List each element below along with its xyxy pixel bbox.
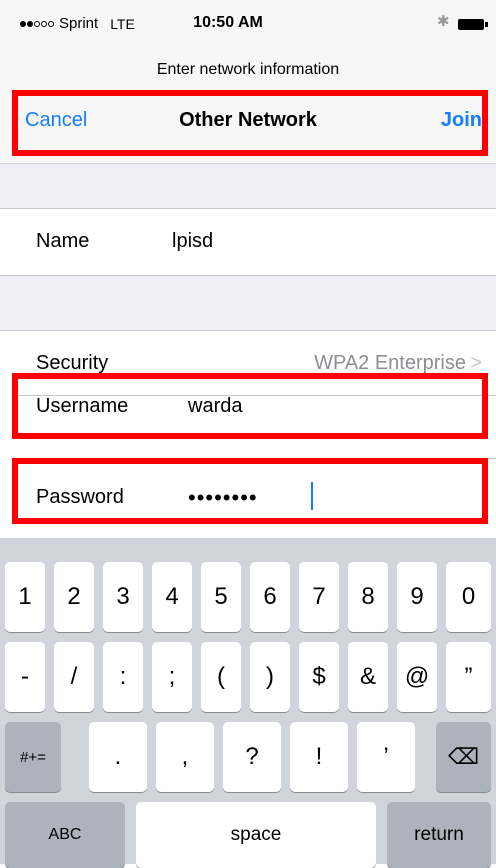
backspace-icon[interactable]: ⌫ — [436, 722, 491, 792]
key-ampersand[interactable]: & — [348, 642, 388, 712]
bluetooth-icon: ✱ — [437, 13, 450, 30]
space-key[interactable]: space — [136, 802, 376, 868]
symbols-toggle-key[interactable]: #+= — [5, 722, 61, 792]
key-dollar[interactable]: $ — [299, 642, 339, 712]
clock: 10:50 AM — [193, 14, 263, 31]
key-8[interactable]: 8 — [348, 562, 388, 632]
key-7[interactable]: 7 — [299, 562, 339, 632]
return-key[interactable]: return — [387, 802, 491, 868]
key-9[interactable]: 9 — [397, 562, 437, 632]
key-slash[interactable]: / — [54, 642, 94, 712]
key-exclamation[interactable]: ! — [290, 722, 348, 792]
key-open-paren[interactable]: ( — [201, 642, 241, 712]
chevron-right-icon[interactable]: > — [470, 352, 482, 375]
section-spacer — [0, 164, 496, 208]
key-3[interactable]: 3 — [103, 562, 143, 632]
key-at[interactable]: @ — [397, 642, 437, 712]
key-0[interactable]: 0 — [446, 562, 491, 632]
abc-key[interactable]: ABC — [5, 802, 125, 868]
key-6[interactable]: 6 — [250, 562, 290, 632]
key-apostrophe[interactable]: ’ — [357, 722, 415, 792]
battery-icon — [458, 19, 488, 30]
username-label: Username — [36, 395, 129, 417]
key-1[interactable]: 1 — [5, 562, 45, 632]
key-2[interactable]: 2 — [54, 562, 94, 632]
key-close-paren[interactable]: ) — [250, 642, 290, 712]
password-label: Password — [36, 486, 124, 508]
join-button[interactable]: Join — [441, 109, 482, 132]
name-field[interactable]: lpisd — [172, 230, 213, 253]
security-value[interactable]: WPA2 Enterprise — [314, 352, 466, 375]
key-colon[interactable]: : — [103, 642, 143, 712]
prompt-text: Enter network information — [0, 52, 496, 88]
key-hyphen[interactable]: - — [5, 642, 45, 712]
key-5[interactable]: 5 — [201, 562, 241, 632]
key-semicolon[interactable]: ; — [152, 642, 192, 712]
text-cursor — [311, 482, 313, 510]
section-spacer — [0, 276, 496, 330]
key-period[interactable]: . — [89, 722, 147, 792]
username-field[interactable]: warda — [188, 395, 242, 418]
page-title: Other Network — [179, 109, 317, 131]
key-comma[interactable]: , — [156, 722, 214, 792]
password-field[interactable]: •••••••• — [188, 485, 258, 511]
keyboard: 1 2 3 4 5 6 7 8 9 0 - / : ; ( ) $ & @ ” … — [0, 538, 496, 868]
key-question[interactable]: ? — [223, 722, 281, 792]
security-label: Security — [36, 352, 109, 374]
key-4[interactable]: 4 — [152, 562, 192, 632]
key-quote[interactable]: ” — [446, 642, 491, 712]
name-label: Name — [36, 230, 90, 252]
